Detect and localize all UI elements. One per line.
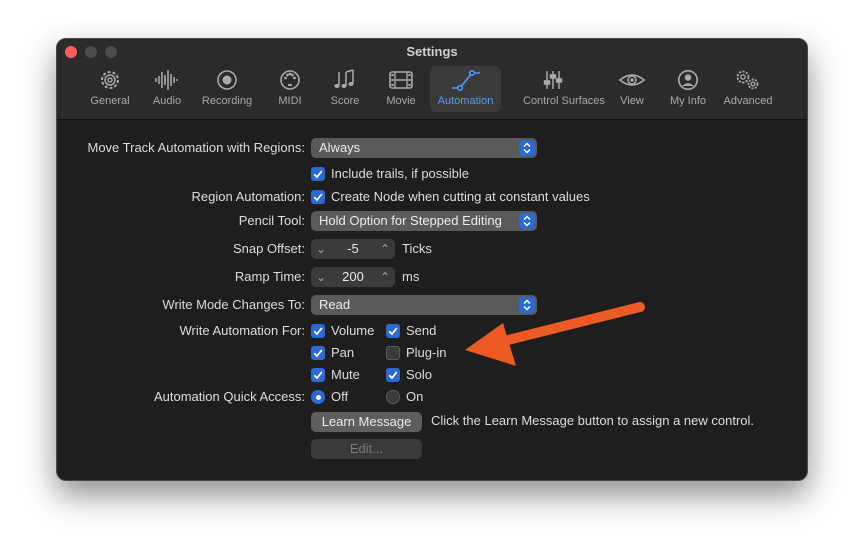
annotation-arrow	[465, 302, 645, 366]
